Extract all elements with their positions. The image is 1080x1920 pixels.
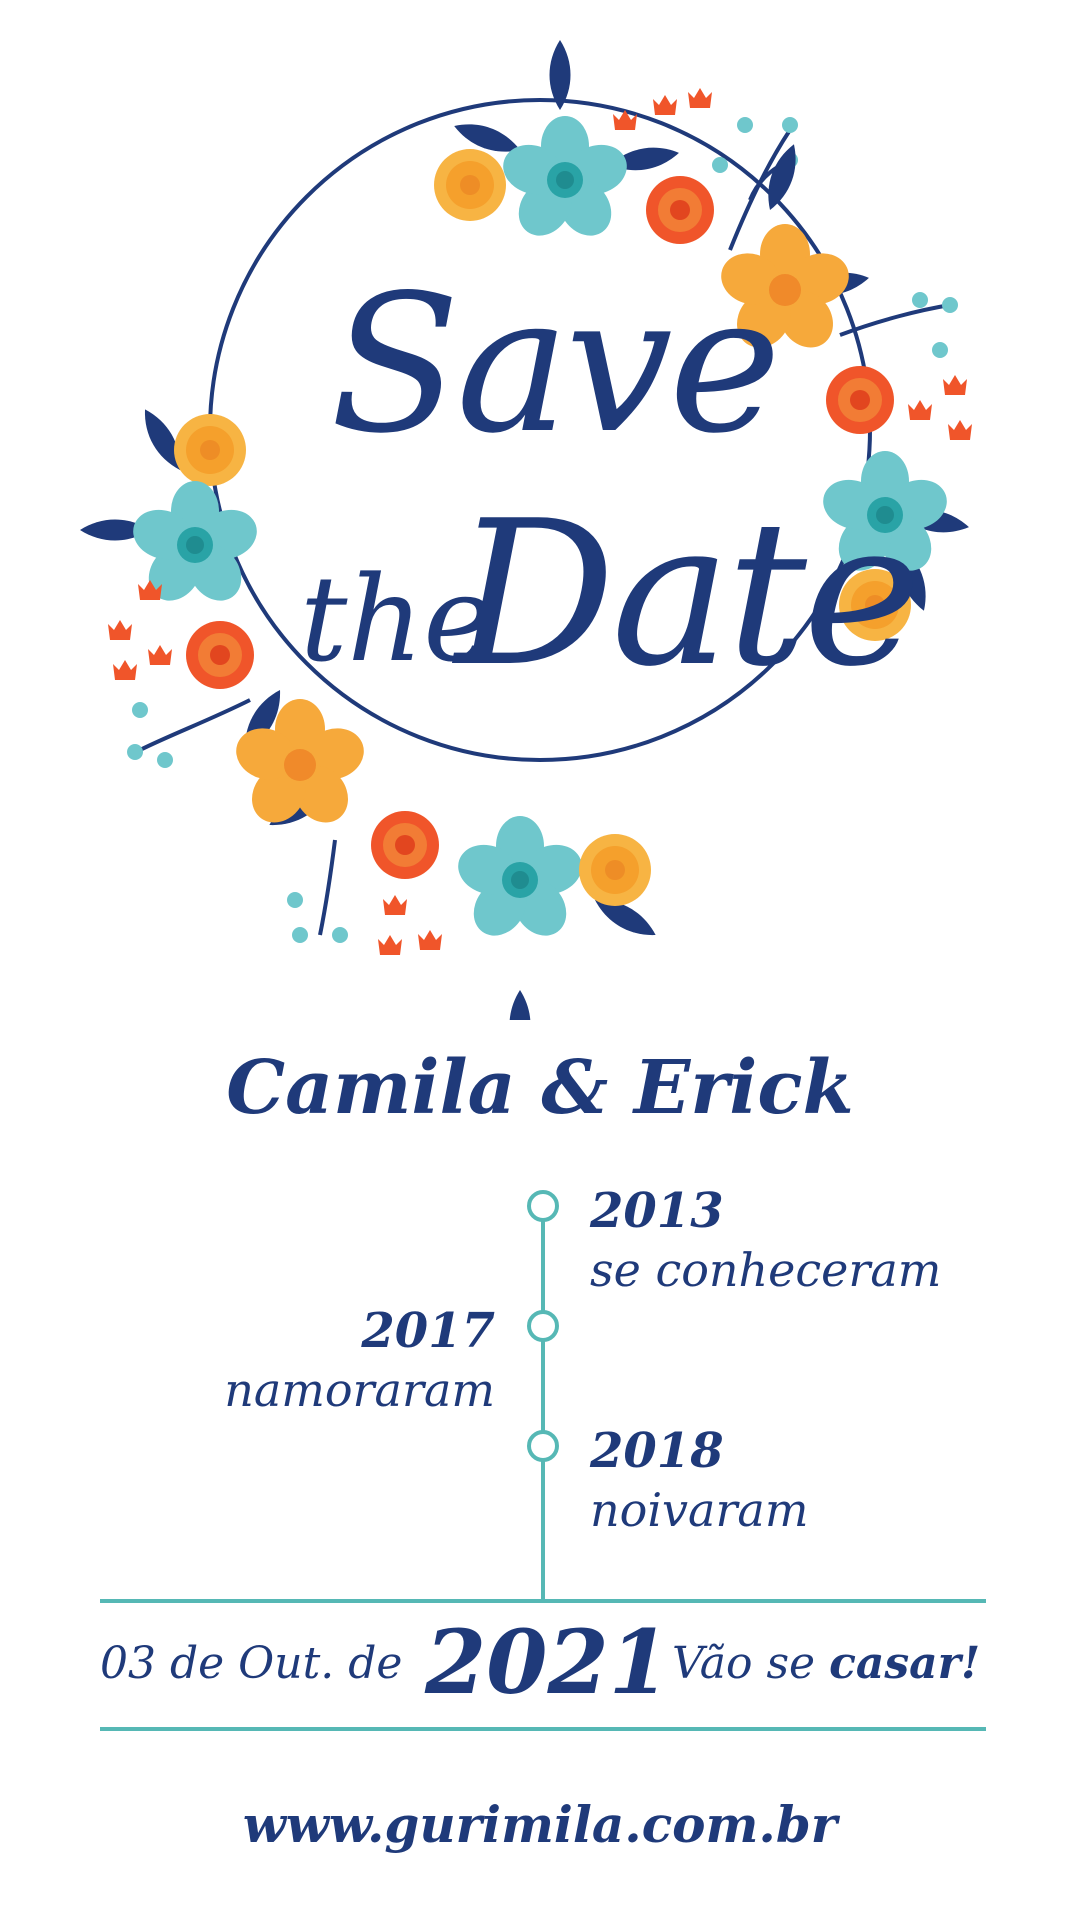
timeline-year: 2017 <box>361 1303 495 1359</box>
timeline-line <box>541 1208 545 1601</box>
timeline-year: 2018 <box>590 1423 724 1479</box>
couple-names: Camila & Erick <box>226 1045 854 1131</box>
wedding-year: 2021 <box>425 1610 670 1714</box>
wedding-phrase: Vão se casar! <box>672 1638 980 1689</box>
timeline-year: 2013 <box>590 1183 724 1239</box>
title-save: Save <box>330 254 781 475</box>
wedding-phrase-bold: casar! <box>829 1638 981 1689</box>
wedding-date-prefix: 03 de Out. de <box>100 1638 403 1689</box>
timeline-dot-icon <box>527 1430 559 1462</box>
timeline-dot-icon <box>527 1190 559 1222</box>
timeline-event: se conheceram <box>590 1243 942 1297</box>
timeline-event: noivaram <box>590 1483 809 1537</box>
title-date: Date <box>455 478 921 711</box>
website-link[interactable]: www.gurimila.com.br <box>0 1795 1080 1854</box>
timeline-dot-icon <box>527 1310 559 1342</box>
timeline-event: namoraram <box>224 1363 495 1417</box>
divider-top <box>100 1599 986 1603</box>
divider-bottom <box>100 1727 986 1731</box>
wedding-phrase-text: Vão se <box>672 1638 816 1689</box>
